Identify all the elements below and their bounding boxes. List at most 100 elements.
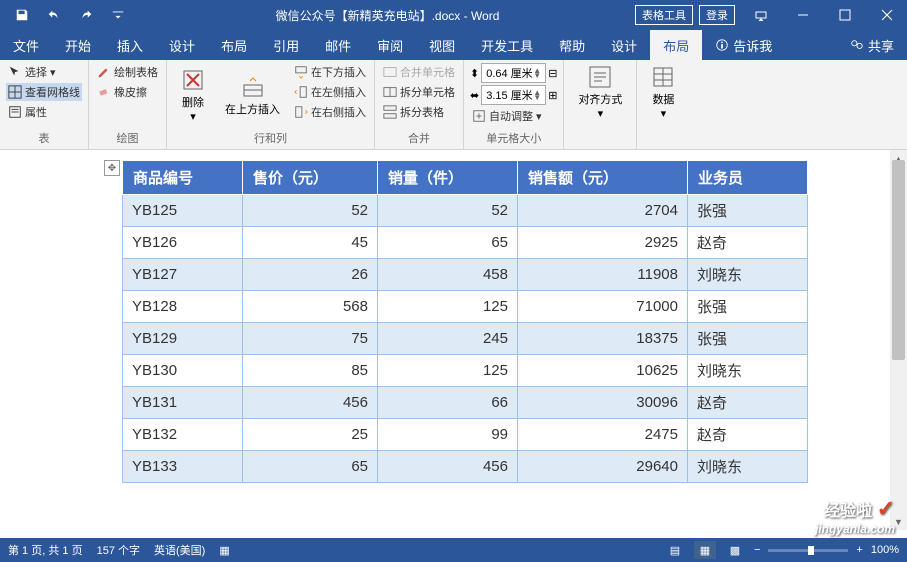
table-row[interactable]: YB1336545629640刘晓东 <box>123 451 808 483</box>
table-cell[interactable]: 71000 <box>518 291 688 323</box>
tab-help[interactable]: 帮助 <box>546 30 598 60</box>
word-count[interactable]: 157 个字 <box>97 542 140 558</box>
table-cell[interactable]: 赵奇 <box>688 419 808 451</box>
tab-file[interactable]: 文件 <box>0 30 52 60</box>
table-cell[interactable]: 456 <box>378 451 518 483</box>
table-cell[interactable]: 赵奇 <box>688 387 808 419</box>
data-table[interactable]: 商品编号售价（元）销量（件）销售额（元）业务员 YB12552522704张强Y… <box>122 160 808 483</box>
table-cell[interactable]: 125 <box>378 355 518 387</box>
table-row[interactable]: YB12856812571000张强 <box>123 291 808 323</box>
table-cell[interactable]: YB133 <box>123 451 243 483</box>
table-cell[interactable]: 10625 <box>518 355 688 387</box>
language-status[interactable]: 英语(美国) <box>154 542 205 558</box>
table-cell[interactable]: 65 <box>378 227 518 259</box>
tab-review[interactable]: 审阅 <box>364 30 416 60</box>
table-cell[interactable]: 456 <box>243 387 378 419</box>
scroll-thumb[interactable] <box>892 160 905 360</box>
table-cell[interactable]: 刘晓东 <box>688 355 808 387</box>
table-row[interactable]: YB12645652925赵奇 <box>123 227 808 259</box>
table-cell[interactable]: 65 <box>243 451 378 483</box>
tab-layout[interactable]: 布局 <box>208 30 260 60</box>
tab-developer[interactable]: 开发工具 <box>468 30 546 60</box>
zoom-out[interactable]: − <box>754 544 760 556</box>
share-button[interactable]: 共享 <box>837 30 907 60</box>
table-cell[interactable]: 11908 <box>518 259 688 291</box>
table-cell[interactable]: 2704 <box>518 195 688 227</box>
table-cell[interactable]: 张强 <box>688 195 808 227</box>
page-status[interactable]: 第 1 页, 共 1 页 <box>8 542 83 558</box>
tab-table-design[interactable]: 设计 <box>598 30 650 60</box>
table-cell[interactable]: 85 <box>243 355 378 387</box>
macro-icon[interactable]: ▦ <box>219 544 229 557</box>
autofit-button[interactable]: 自动调整 ▾ <box>470 107 557 125</box>
tell-me-button[interactable]: 告诉我 <box>702 30 785 60</box>
table-cell[interactable]: 99 <box>378 419 518 451</box>
tab-design[interactable]: 设计 <box>156 30 208 60</box>
insert-above-button[interactable]: 在上方插入 <box>217 63 288 128</box>
col-width-input[interactable]: 3.15 厘米▲▼ <box>481 85 546 105</box>
save-button[interactable] <box>8 1 36 29</box>
eraser-button[interactable]: 橡皮擦 <box>95 83 160 101</box>
table-cell[interactable]: YB127 <box>123 259 243 291</box>
table-cell[interactable]: YB125 <box>123 195 243 227</box>
merge-cells-button[interactable]: 合并单元格 <box>381 63 457 81</box>
tab-home[interactable]: 开始 <box>52 30 104 60</box>
table-row[interactable]: YB13225992475赵奇 <box>123 419 808 451</box>
distribute-cols-icon[interactable]: ⊞ <box>548 89 557 102</box>
table-cell[interactable]: 2475 <box>518 419 688 451</box>
split-table-button[interactable]: 拆分表格 <box>381 103 457 121</box>
table-row[interactable]: YB12552522704张强 <box>123 195 808 227</box>
tab-view[interactable]: 视图 <box>416 30 468 60</box>
table-row[interactable]: YB1297524518375张强 <box>123 323 808 355</box>
read-mode-button[interactable]: ▤ <box>664 541 686 559</box>
redo-button[interactable] <box>72 1 100 29</box>
table-cell[interactable]: 75 <box>243 323 378 355</box>
table-cell[interactable]: 26 <box>243 259 378 291</box>
split-cells-button[interactable]: 拆分单元格 <box>381 83 457 101</box>
properties-button[interactable]: 属性 <box>6 103 82 121</box>
qat-more[interactable] <box>104 1 132 29</box>
table-header[interactable]: 销售额（元） <box>518 161 688 195</box>
table-cell[interactable]: 29640 <box>518 451 688 483</box>
table-header[interactable]: 业务员 <box>688 161 808 195</box>
table-cell[interactable]: YB129 <box>123 323 243 355</box>
web-layout-button[interactable]: ▩ <box>724 541 746 559</box>
row-height-input[interactable]: 0.64 厘米▲▼ <box>481 63 546 83</box>
maximize-button[interactable] <box>825 0 865 30</box>
tab-table-layout[interactable]: 布局 <box>650 30 702 60</box>
table-cell[interactable]: 52 <box>378 195 518 227</box>
table-cell[interactable]: 568 <box>243 291 378 323</box>
table-cell[interactable]: YB131 <box>123 387 243 419</box>
table-cell[interactable]: YB130 <box>123 355 243 387</box>
table-cell[interactable]: YB132 <box>123 419 243 451</box>
table-cell[interactable]: 张强 <box>688 323 808 355</box>
table-cell[interactable]: YB128 <box>123 291 243 323</box>
close-button[interactable] <box>867 0 907 30</box>
table-cell[interactable]: 2925 <box>518 227 688 259</box>
table-cell[interactable]: 458 <box>378 259 518 291</box>
table-header[interactable]: 销量（件） <box>378 161 518 195</box>
delete-button[interactable]: 删除▾ <box>173 63 213 128</box>
zoom-level[interactable]: 100% <box>871 544 899 556</box>
table-cell[interactable]: 245 <box>378 323 518 355</box>
zoom-in[interactable]: + <box>856 544 862 556</box>
undo-button[interactable] <box>40 1 68 29</box>
table-row[interactable]: YB1308512510625刘晓东 <box>123 355 808 387</box>
draw-table-button[interactable]: 绘制表格 <box>95 63 160 81</box>
table-cell[interactable]: 66 <box>378 387 518 419</box>
table-cell[interactable]: 张强 <box>688 291 808 323</box>
tab-references[interactable]: 引用 <box>260 30 312 60</box>
data-button[interactable]: 数据▾ <box>643 63 683 122</box>
print-layout-button[interactable]: ▦ <box>694 541 716 559</box>
alignment-button[interactable]: 对齐方式▾ <box>570 63 630 122</box>
table-cell[interactable]: 52 <box>243 195 378 227</box>
table-cell[interactable]: 赵奇 <box>688 227 808 259</box>
table-header[interactable]: 售价（元） <box>243 161 378 195</box>
ribbon-options-button[interactable] <box>741 0 781 30</box>
table-cell[interactable]: 45 <box>243 227 378 259</box>
login-button[interactable]: 登录 <box>699 5 735 25</box>
view-gridlines-button[interactable]: 查看网格线 <box>6 83 82 101</box>
insert-right-button[interactable]: 在右侧插入 <box>292 103 368 121</box>
table-move-handle[interactable]: ✥ <box>104 160 120 176</box>
table-header[interactable]: 商品编号 <box>123 161 243 195</box>
